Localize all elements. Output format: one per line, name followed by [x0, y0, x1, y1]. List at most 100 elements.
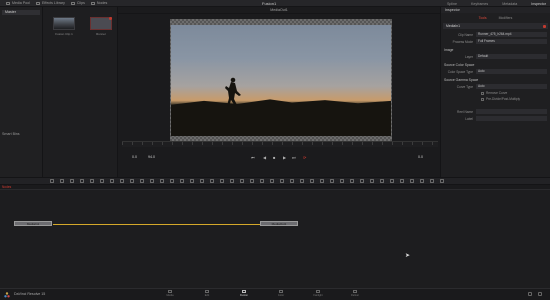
- remove-curve-checkbox[interactable]: Remove Curve: [481, 91, 550, 95]
- tool-icon[interactable]: [210, 179, 214, 183]
- tool-icon[interactable]: [100, 179, 104, 183]
- node-mediain[interactable]: MediaIn1: [14, 221, 52, 226]
- tool-icon[interactable]: [130, 179, 134, 183]
- tab-nodes[interactable]: Nodes: [90, 1, 107, 5]
- clip-name-field[interactable]: Runner_475_h264.mp4: [476, 32, 547, 37]
- tool-icon[interactable]: [320, 179, 324, 183]
- source-color-section[interactable]: Source Color Space: [444, 63, 547, 67]
- settings-icon[interactable]: [538, 292, 542, 296]
- badge-icon: [109, 17, 112, 20]
- tab-metadata[interactable]: Metadata: [502, 2, 517, 6]
- tab-keyframes[interactable]: Keyframes: [471, 2, 488, 6]
- smart-bins-label[interactable]: Smart Bins: [2, 132, 20, 136]
- tool-icon[interactable]: [110, 179, 114, 183]
- tool-icon[interactable]: [60, 179, 64, 183]
- tool-icon[interactable]: [410, 179, 414, 183]
- tool-icon[interactable]: [360, 179, 364, 183]
- pre-divide-checkbox[interactable]: Pre-Divide/Post-Multiply: [481, 97, 550, 101]
- process-mode-select[interactable]: Full Frames: [476, 39, 547, 44]
- tab-clips[interactable]: Clips: [70, 1, 85, 5]
- tool-icon[interactable]: [140, 179, 144, 183]
- page-color[interactable]: Color: [271, 290, 291, 297]
- tab-spline[interactable]: Spline: [447, 2, 457, 6]
- image-section[interactable]: Image: [444, 48, 547, 52]
- tool-icon[interactable]: [240, 179, 244, 183]
- tool-icon[interactable]: [340, 179, 344, 183]
- tab-inspector[interactable]: Inspector: [531, 2, 546, 6]
- curve-type-select[interactable]: Auto: [476, 84, 547, 89]
- tool-icon[interactable]: [260, 179, 264, 183]
- tool-icon[interactable]: [120, 179, 124, 183]
- frame-counter[interactable]: 0.0: [418, 155, 423, 159]
- tool-icon[interactable]: [420, 179, 424, 183]
- tool-icon[interactable]: [80, 179, 84, 183]
- loop-icon[interactable]: ⟳: [303, 155, 306, 160]
- tool-icon[interactable]: [270, 179, 274, 183]
- fairlight-page-icon: [316, 290, 320, 293]
- reel-name-row: Reel Name: [444, 109, 547, 114]
- tool-icon[interactable]: [390, 179, 394, 183]
- clip-thumbnail[interactable]: [53, 17, 75, 30]
- start-timecode[interactable]: 0.0: [132, 155, 137, 159]
- node-editor[interactable]: MediaIn1 MediaOut1 ➤: [0, 190, 550, 288]
- viewer-image[interactable]: [171, 25, 391, 136]
- resolve-logo-icon: [4, 292, 10, 298]
- tool-icon[interactable]: [220, 179, 224, 183]
- color-space-select[interactable]: Auto: [476, 69, 547, 74]
- page-media[interactable]: Media: [160, 290, 180, 297]
- tool-icon[interactable]: [350, 179, 354, 183]
- tool-icon[interactable]: [430, 179, 434, 183]
- tool-icon[interactable]: [230, 179, 234, 183]
- skip-back-icon[interactable]: ⏮: [251, 155, 255, 160]
- page-deliver[interactable]: Deliver: [345, 290, 365, 297]
- tool-icon[interactable]: [50, 179, 54, 183]
- tool-icon[interactable]: [310, 179, 314, 183]
- page-fusion[interactable]: Fusion: [234, 290, 254, 297]
- tool-icon[interactable]: [400, 179, 404, 183]
- tool-icon[interactable]: [250, 179, 254, 183]
- play-reverse-icon[interactable]: ◀: [263, 155, 266, 160]
- tool-icon[interactable]: [160, 179, 164, 183]
- bin-master[interactable]: Master: [2, 10, 40, 15]
- color-page-icon: [279, 290, 283, 293]
- layer-select[interactable]: Default: [476, 54, 547, 59]
- tool-icon[interactable]: [190, 179, 194, 183]
- tab-media-pool[interactable]: Media Pool: [6, 1, 30, 5]
- tool-icon[interactable]: [330, 179, 334, 183]
- play-icon[interactable]: ▶: [283, 155, 286, 160]
- page-fairlight[interactable]: Fairlight: [308, 290, 328, 297]
- tab-tools[interactable]: Tools: [479, 16, 487, 20]
- tool-icon[interactable]: [290, 179, 294, 183]
- source-gamma-section[interactable]: Source Gamma Space: [444, 78, 547, 82]
- tool-icon[interactable]: [70, 179, 74, 183]
- clip-thumbnail[interactable]: [90, 17, 112, 30]
- viewer-title: MediaOut1: [118, 7, 440, 14]
- tool-icon[interactable]: [300, 179, 304, 183]
- reel-name-field[interactable]: [476, 109, 547, 114]
- node-header[interactable]: MediaIn1: [443, 23, 548, 29]
- label-field[interactable]: [476, 116, 547, 121]
- tool-icon[interactable]: [370, 179, 374, 183]
- tool-icon[interactable]: [200, 179, 204, 183]
- tab-modifiers[interactable]: Modifiers: [499, 16, 513, 20]
- tool-icon[interactable]: [170, 179, 174, 183]
- home-icon[interactable]: [528, 292, 532, 296]
- tool-icon[interactable]: [380, 179, 384, 183]
- node-mediaout[interactable]: MediaOut1: [260, 221, 298, 226]
- tool-icon[interactable]: [280, 179, 284, 183]
- bottom-right-icons: [528, 292, 542, 296]
- timeline-ruler[interactable]: [122, 141, 438, 147]
- page-edit[interactable]: Edit: [197, 290, 217, 297]
- stop-icon[interactable]: ■: [273, 155, 275, 160]
- node-connection[interactable]: [53, 224, 260, 225]
- tab-effects-library[interactable]: Effects Library: [35, 1, 65, 5]
- page-bar: DaVinci Resolve 15 Media Edit Fusion Col…: [0, 288, 550, 300]
- node-name: MediaIn1: [446, 24, 460, 28]
- node-color-icon: [543, 24, 546, 28]
- tool-icon[interactable]: [180, 179, 184, 183]
- tool-icon[interactable]: [90, 179, 94, 183]
- tool-icon[interactable]: [440, 179, 444, 183]
- skip-forward-icon[interactable]: ⏭: [292, 155, 296, 160]
- tool-icon[interactable]: [150, 179, 154, 183]
- end-timecode[interactable]: 94.0: [148, 155, 155, 159]
